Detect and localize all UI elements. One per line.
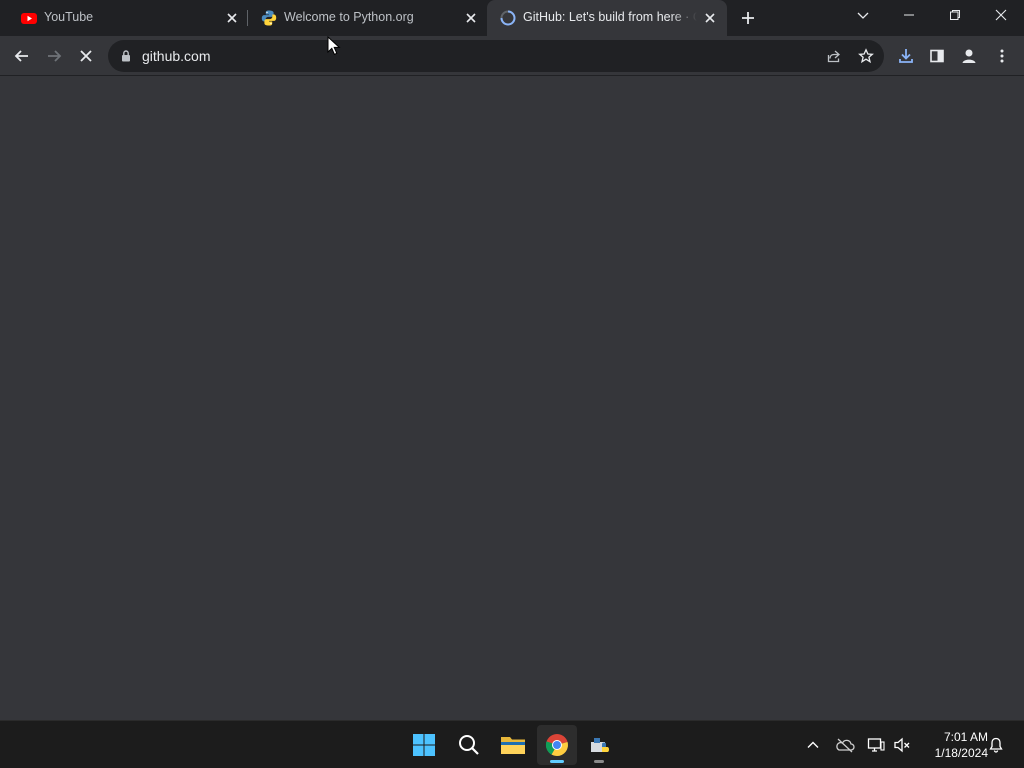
clock-date: 1/18/2024: [934, 746, 988, 760]
clock-time: 7:01 AM: [943, 730, 988, 744]
python-installer-icon[interactable]: [580, 725, 620, 765]
back-button[interactable]: [8, 42, 36, 70]
close-tab-icon[interactable]: [223, 9, 241, 27]
loading-spinner-icon: [499, 9, 517, 27]
share-icon[interactable]: [822, 44, 846, 68]
youtube-icon: [20, 9, 38, 27]
notification-bell-icon[interactable]: [986, 735, 1006, 755]
file-explorer-icon[interactable]: [493, 725, 533, 765]
stop-loading-button[interactable]: [72, 42, 100, 70]
download-icon[interactable]: [892, 42, 920, 70]
menu-kebab-icon[interactable]: [988, 42, 1016, 70]
tab-search-button[interactable]: [840, 0, 886, 30]
close-tab-icon[interactable]: [462, 9, 480, 27]
new-tab-button[interactable]: [733, 3, 763, 33]
chrome-icon[interactable]: [537, 725, 577, 765]
close-tab-icon[interactable]: [701, 9, 719, 27]
browser-toolbar: github.com: [0, 36, 1024, 76]
mouse-cursor-icon: [327, 35, 341, 61]
page-content-area[interactable]: [0, 77, 1024, 720]
volume-muted-icon[interactable]: [892, 735, 912, 755]
tab-youtube[interactable]: YouTube: [8, 0, 246, 36]
lock-icon[interactable]: [120, 49, 132, 63]
tab-title: Welcome to Python.org: [284, 10, 414, 24]
profile-icon[interactable]: [955, 42, 983, 70]
restore-button[interactable]: [932, 0, 978, 30]
active-app-indicator: [550, 760, 564, 763]
windows-taskbar: 7:01 AM 1/18/2024: [0, 720, 1024, 768]
address-bar[interactable]: github.com: [108, 40, 884, 72]
tab-title: YouTube: [44, 10, 94, 24]
tab-strip: YouTube Welcome to Python.org GitHub: Le…: [0, 0, 1024, 36]
minimize-button[interactable]: [886, 0, 932, 30]
url-text[interactable]: github.com: [142, 40, 742, 72]
chevron-up-icon[interactable]: [803, 735, 823, 755]
network-icon[interactable]: [866, 735, 886, 755]
bookmark-star-icon[interactable]: [854, 44, 878, 68]
onedrive-offline-icon[interactable]: [835, 735, 855, 755]
side-panel-icon[interactable]: [923, 42, 951, 70]
windows-start-icon[interactable]: [404, 725, 444, 765]
running-app-indicator: [594, 760, 604, 763]
python-icon: [260, 9, 278, 27]
tab-github[interactable]: GitHub: Let's build from here · Gi: [487, 0, 727, 36]
search-icon[interactable]: [449, 725, 489, 765]
tab-python[interactable]: Welcome to Python.org: [248, 0, 486, 36]
close-window-button[interactable]: [978, 0, 1024, 30]
forward-button[interactable]: [40, 42, 68, 70]
tab-title: GitHub: Let's build from here · Gi: [523, 10, 697, 24]
system-clock[interactable]: 7:01 AM 1/18/2024: [918, 729, 988, 761]
